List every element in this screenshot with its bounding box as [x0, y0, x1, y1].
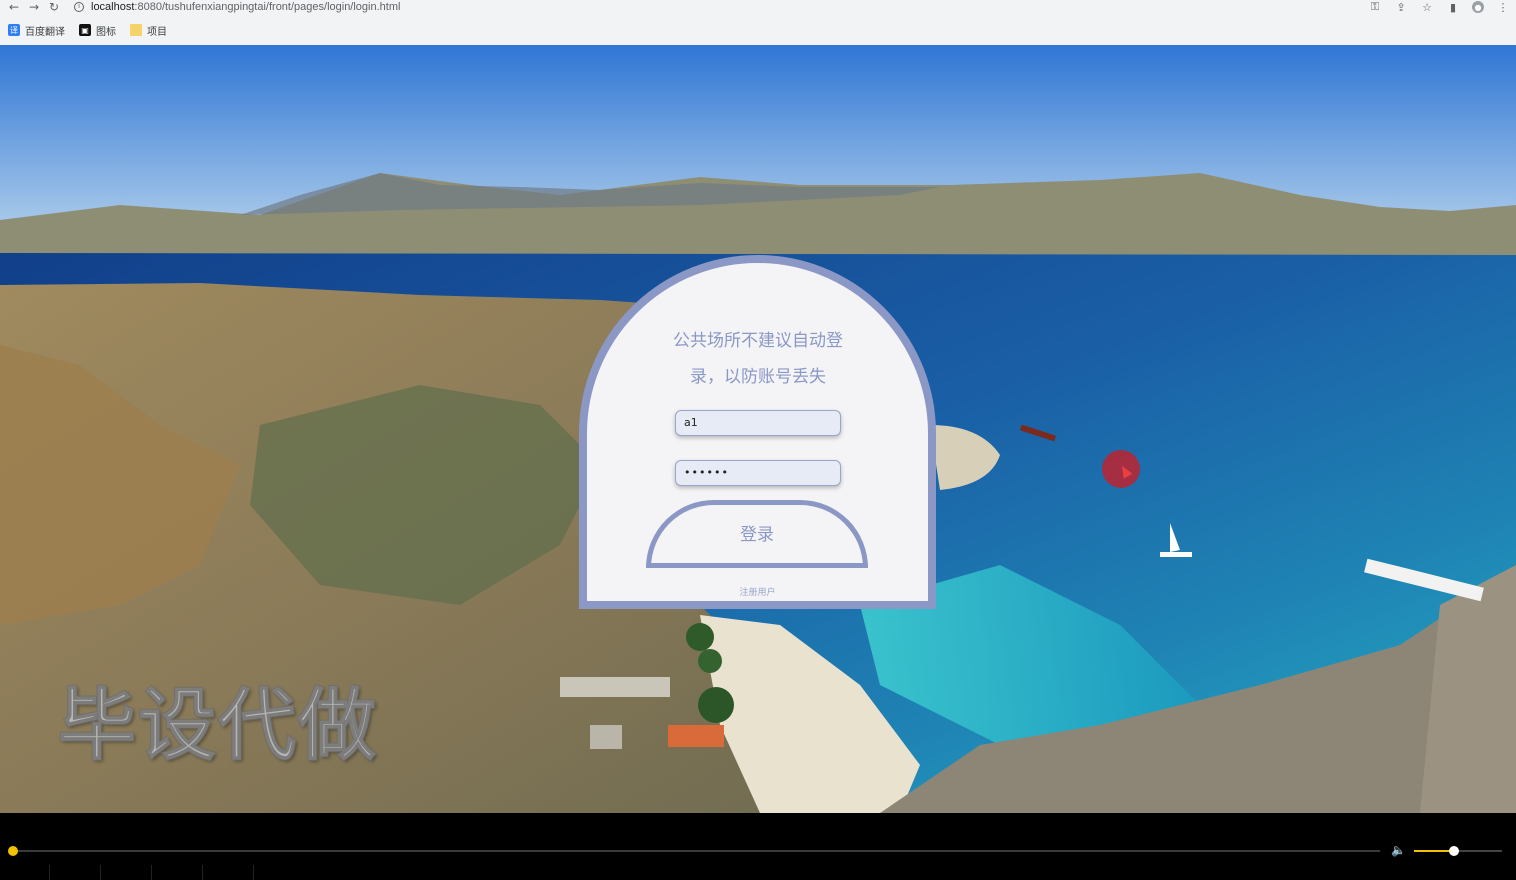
register-link[interactable]: 注册用户 — [587, 585, 928, 598]
address-bar-row: ← → ↻ i localhost :8080/tushufenxiangpin… — [0, 0, 1516, 14]
page-viewport: 毕设代做 公共场所不建议自动登 录，以防账号丢失 a1 •••••• 登录 注册… — [0, 45, 1516, 813]
toolbar-right: ⚿ ⇪ ☆ ▮ ● ⋮ — [1368, 0, 1510, 14]
login-tip-line-1: 公共场所不建议自动登 — [673, 331, 843, 351]
bookmark-label: 图标 — [96, 26, 116, 38]
password-input[interactable]: •••••• — [675, 460, 841, 486]
login-button[interactable]: 登录 — [646, 500, 868, 568]
url-path: :8080/tushufenxiangpingtai/front/pages/l… — [134, 1, 401, 13]
bookmark-label: 百度翻译 — [25, 26, 65, 38]
bookmark-label: 项目 — [147, 26, 167, 38]
bookmarks-bar: 译 百度翻译 ▣ 图标 项目 — [0, 20, 167, 40]
menu-icon[interactable]: ⋮ — [1496, 0, 1510, 14]
seek-knob[interactable] — [8, 846, 18, 856]
login-tip: 公共场所不建议自动登 录，以防账号丢失 — [627, 323, 889, 395]
watermark-text: 毕设代做 — [57, 680, 379, 772]
key-icon[interactable]: ⚿ — [1368, 0, 1382, 14]
player-thumbnail-strip — [0, 865, 1516, 880]
site-info-icon[interactable]: i — [74, 2, 84, 12]
bookmark-baidu-translate[interactable]: 译 百度翻译 — [8, 23, 65, 38]
baidu-translate-icon: 译 — [8, 24, 20, 36]
url-field[interactable]: i localhost :8080/tushufenxiangpingtai/f… — [74, 0, 400, 14]
iconfont-icon: ▣ — [79, 24, 91, 36]
folder-icon — [130, 24, 142, 36]
username-input[interactable]: a1 — [675, 410, 841, 436]
bookmark-icons[interactable]: ▣ 图标 — [79, 23, 116, 38]
url-host: localhost — [91, 1, 135, 13]
volume-icon[interactable]: 🔈 — [1391, 843, 1407, 857]
bookmark-projects[interactable]: 项目 — [130, 23, 167, 38]
seek-bar[interactable] — [12, 850, 1380, 852]
login-tip-line-2: 录，以防账号丢失 — [690, 367, 826, 387]
browser-chrome: ← → ↻ i localhost :8080/tushufenxiangpin… — [0, 0, 1516, 45]
back-icon[interactable]: ← — [4, 0, 24, 14]
login-card: 公共场所不建议自动登 录，以防账号丢失 a1 •••••• 登录 注册用户 — [579, 255, 936, 609]
reload-icon[interactable]: ↻ — [44, 0, 64, 14]
thumbnail-segment[interactable] — [152, 865, 203, 880]
avatar-icon[interactable]: ● — [1472, 1, 1484, 13]
volume-level — [1414, 850, 1454, 852]
thumbnail-segment[interactable] — [50, 865, 101, 880]
thumbnail-segment[interactable] — [101, 865, 152, 880]
share-icon[interactable]: ⇪ — [1394, 0, 1408, 14]
star-icon[interactable]: ☆ — [1420, 0, 1434, 14]
volume-knob[interactable] — [1448, 846, 1459, 856]
sidebar-icon[interactable]: ▮ — [1446, 0, 1460, 14]
forward-icon[interactable]: → — [24, 0, 44, 14]
thumbnail-segment[interactable] — [203, 865, 254, 880]
thumbnail-segment[interactable] — [0, 865, 50, 880]
video-player-bar: 🔈 — [0, 813, 1516, 880]
